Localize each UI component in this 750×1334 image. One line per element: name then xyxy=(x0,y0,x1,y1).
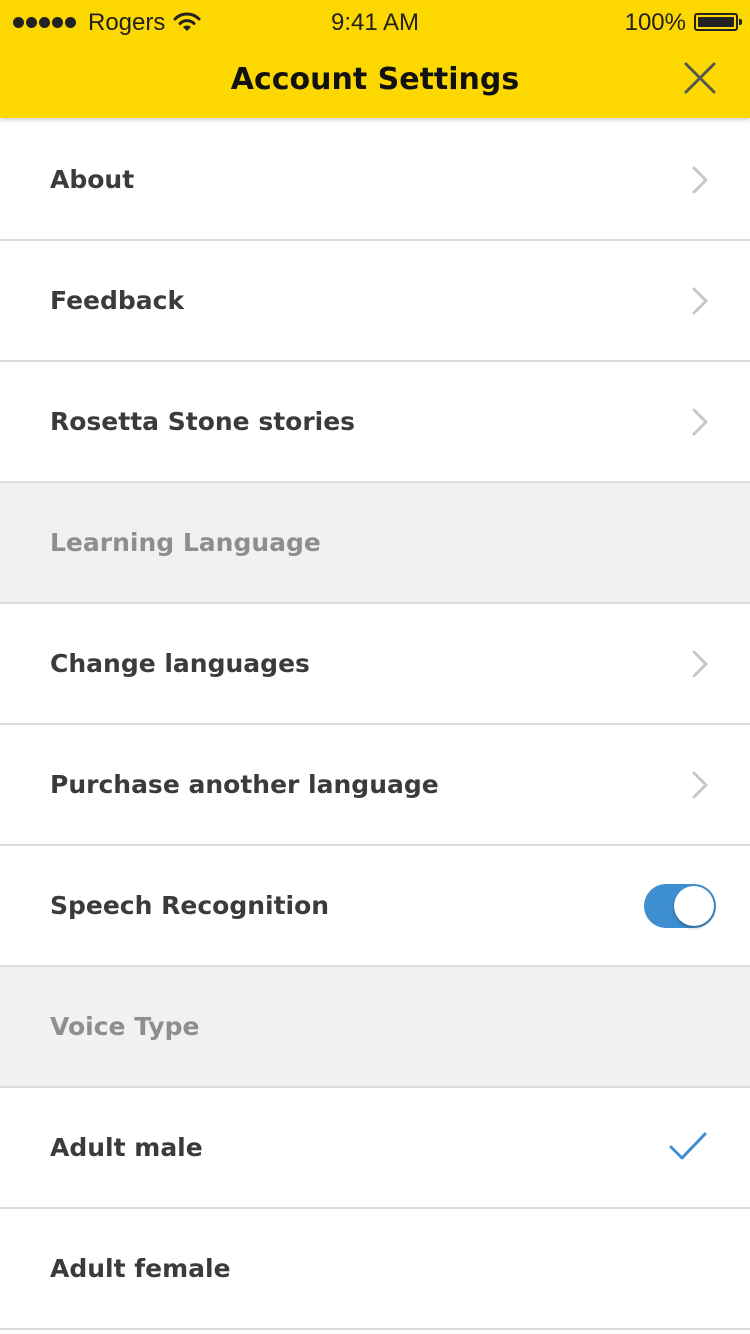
battery-percent: 100% xyxy=(624,9,686,36)
toggle-knob xyxy=(674,886,714,926)
section-header-learning-language: Learning Language xyxy=(0,483,750,604)
status-bar: Rogers 9:41 AM 100% xyxy=(0,0,750,44)
page-title: Account Settings xyxy=(230,62,520,97)
nav-header: Rogers 9:41 AM 100% Account Settings xyxy=(0,0,750,118)
section-header-voice-type: Voice Type xyxy=(0,967,750,1088)
chevron-right-icon xyxy=(692,408,708,436)
row-label: Adult female xyxy=(50,1254,231,1283)
checkmark-icon xyxy=(669,1132,707,1160)
close-icon xyxy=(684,62,716,94)
row-label: Adult male xyxy=(50,1133,203,1162)
voice-option-adult-male[interactable]: Adult male xyxy=(0,1088,750,1209)
row-label: Speech Recognition xyxy=(50,891,330,920)
settings-row-purchase-language[interactable]: Purchase another language xyxy=(0,725,750,846)
row-label: About xyxy=(50,165,135,194)
chevron-right-icon xyxy=(692,650,708,678)
settings-row-feedback[interactable]: Feedback xyxy=(0,241,750,362)
chevron-right-icon xyxy=(692,287,708,315)
settings-list: About Feedback Rosetta Stone stories Lea… xyxy=(0,120,750,1330)
battery-icon xyxy=(694,13,742,31)
chevron-right-icon xyxy=(692,771,708,799)
row-label: Rosetta Stone stories xyxy=(50,407,356,436)
section-header-label: Learning Language xyxy=(50,528,321,557)
settings-row-change-languages[interactable]: Change languages xyxy=(0,604,750,725)
settings-row-stories[interactable]: Rosetta Stone stories xyxy=(0,362,750,483)
settings-row-speech-recognition: Speech Recognition xyxy=(0,846,750,967)
row-label: Feedback xyxy=(50,286,185,315)
row-label: Purchase another language xyxy=(50,770,439,799)
settings-row-about[interactable]: About xyxy=(0,120,750,241)
speech-recognition-toggle[interactable] xyxy=(644,884,716,928)
close-button[interactable] xyxy=(676,54,724,102)
voice-option-adult-female[interactable]: Adult female xyxy=(0,1209,750,1330)
row-label: Change languages xyxy=(50,649,310,678)
section-header-label: Voice Type xyxy=(50,1012,200,1041)
chevron-right-icon xyxy=(692,166,708,194)
